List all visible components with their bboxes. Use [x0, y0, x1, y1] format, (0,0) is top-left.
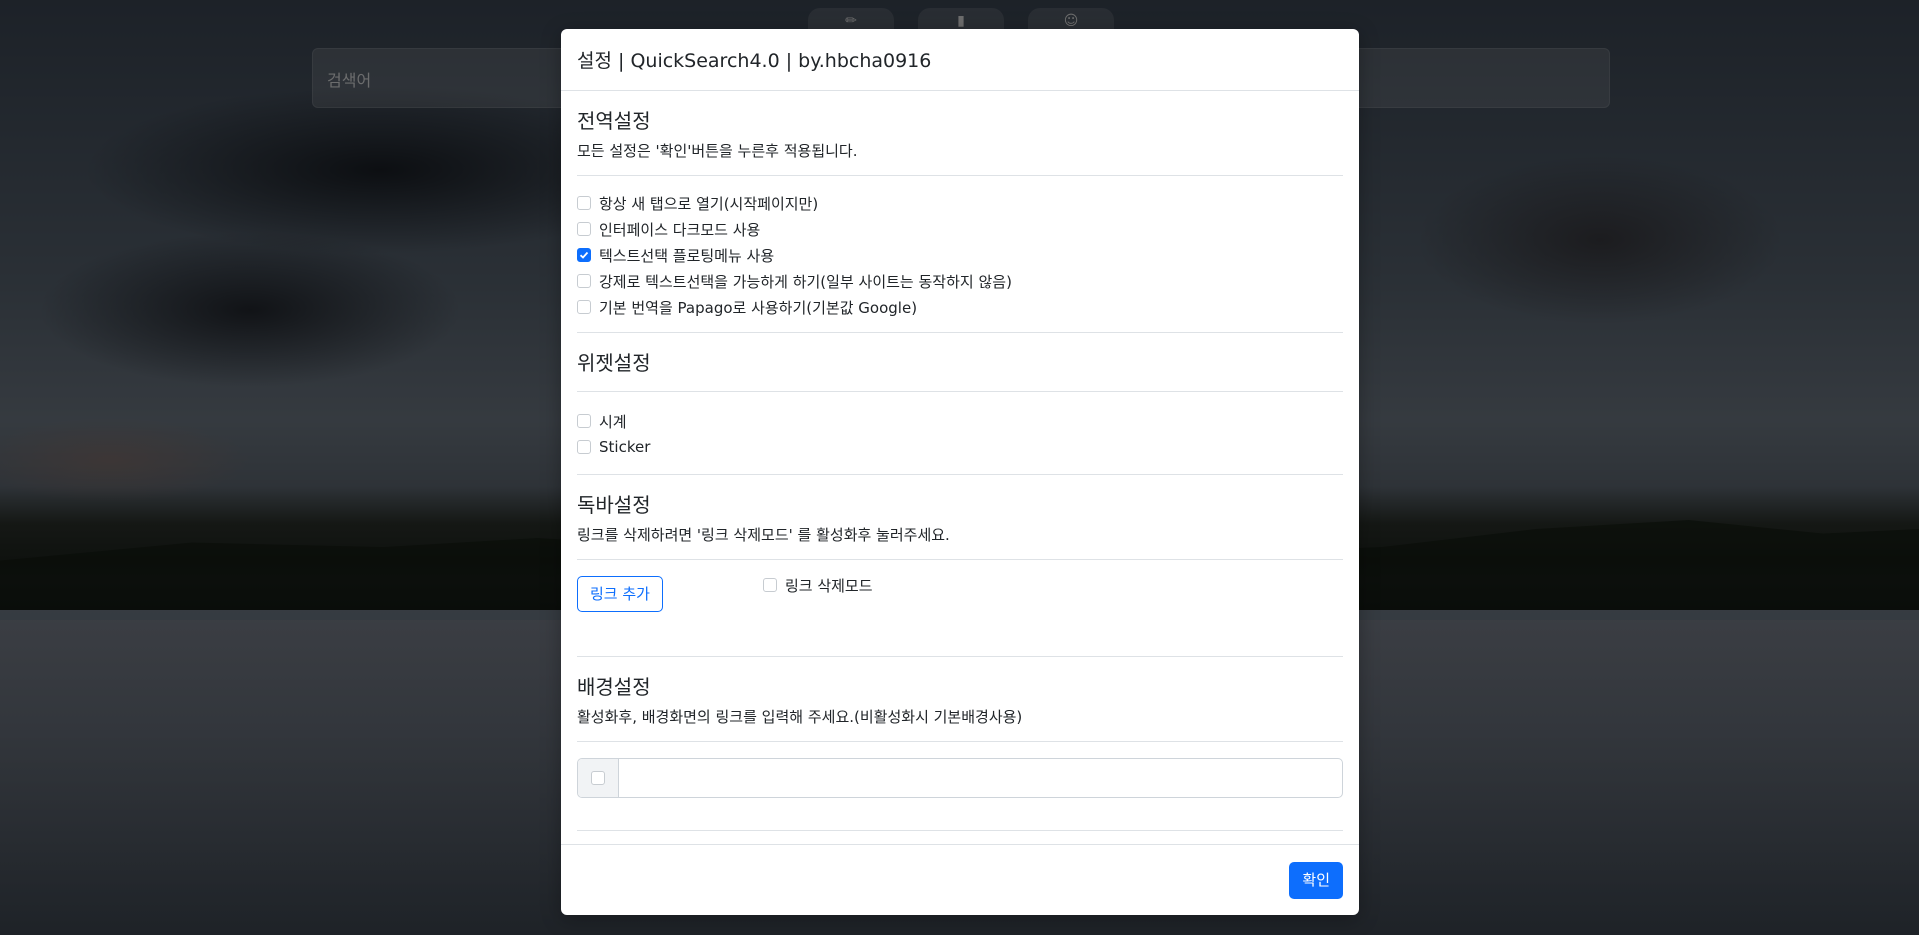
settings-modal: 설정 | QuickSearch4.0 | by.hbcha0916 전역설정 … [561, 29, 1359, 915]
widget-settings-title: 위젯설정 [577, 351, 651, 375]
dock-controls: 링크 추가 링크 삭제모드 [577, 560, 1343, 656]
floating-menu-checkbox[interactable] [577, 248, 591, 262]
option-force-select[interactable]: 강제로 텍스트선택을 가능하게 하기(일부 사이트는 동작하지 않음) [577, 268, 1343, 294]
papago-checkbox[interactable] [577, 300, 591, 314]
option-sticker[interactable]: Sticker [577, 434, 972, 460]
bg-url-group [577, 758, 1343, 798]
option-floating-menu[interactable]: 텍스트선택 플로팅메뉴 사용 [577, 242, 1343, 268]
sticker-checkbox[interactable] [577, 440, 591, 454]
new-tab-checkbox[interactable] [577, 196, 591, 210]
bg-settings-desc: 활성화후, 배경화면의 링크를 입력해 주세요.(비활성화시 기본배경사용) [577, 708, 1023, 726]
dark-mode-label: 인터페이스 다크모드 사용 [599, 220, 761, 239]
delete-mode-label: 링크 삭제모드 [784, 576, 873, 595]
global-options: 항상 새 탭으로 열기(시작페이지만) 인터페이스 다크모드 사용 텍스트선택 … [577, 176, 1343, 332]
dock-settings-desc: 링크를 삭제하려면 '링크 삭제모드' 를 활성화후 눌러주세요. [577, 526, 950, 544]
option-dark-mode[interactable]: 인터페이스 다크모드 사용 [577, 216, 972, 242]
bg-url-input[interactable] [619, 759, 1342, 797]
global-settings-desc: 모든 설정은 '확인'버튼을 누른후 적용됩니다. [577, 142, 858, 160]
divider [577, 656, 1343, 657]
divider [577, 332, 1343, 333]
option-new-tab[interactable]: 항상 새 탭으로 열기(시작페이지만) [577, 190, 972, 216]
modal-body: 전역설정 모든 설정은 '확인'버튼을 누른후 적용됩니다. 항상 새 탭으로 … [561, 107, 1359, 831]
dark-mode-checkbox[interactable] [577, 222, 591, 236]
clock-checkbox[interactable] [577, 414, 591, 428]
force-select-label: 강제로 텍스트선택을 가능하게 하기(일부 사이트는 동작하지 않음) [599, 272, 1012, 291]
delete-mode-checkbox[interactable] [762, 578, 777, 592]
sticker-label: Sticker [599, 438, 651, 456]
option-papago[interactable]: 기본 번역을 Papago로 사용하기(기본값 Google) [577, 294, 1343, 320]
papago-label: 기본 번역을 Papago로 사용하기(기본값 Google) [599, 298, 918, 317]
floating-menu-label: 텍스트선택 플로팅메뉴 사용 [599, 246, 775, 265]
clock-label: 시계 [599, 412, 627, 431]
divider [577, 830, 1343, 831]
option-delete-mode[interactable]: 링크 삭제모드 [762, 572, 873, 598]
bg-enable-checkbox[interactable] [591, 771, 605, 785]
global-settings-title: 전역설정 [577, 109, 651, 133]
dock-settings-title: 독바설정 [577, 493, 651, 517]
bg-settings-title: 배경설정 [577, 675, 651, 699]
modal-footer-divider [561, 844, 1359, 845]
confirm-button[interactable]: 확인 [1289, 862, 1343, 899]
option-clock[interactable]: 시계 [577, 408, 972, 434]
widget-options: 시계 Sticker [577, 392, 1343, 474]
modal-header: 설정 | QuickSearch4.0 | by.hbcha0916 [561, 29, 1359, 91]
new-tab-label: 항상 새 탭으로 열기(시작페이지만) [599, 194, 819, 213]
modal-title: 설정 | QuickSearch4.0 | by.hbcha0916 [577, 50, 932, 72]
divider [577, 741, 1343, 742]
bg-enable-addon [578, 759, 619, 797]
divider [577, 474, 1343, 475]
force-select-checkbox[interactable] [577, 274, 591, 288]
add-link-button[interactable]: 링크 추가 [577, 576, 663, 612]
